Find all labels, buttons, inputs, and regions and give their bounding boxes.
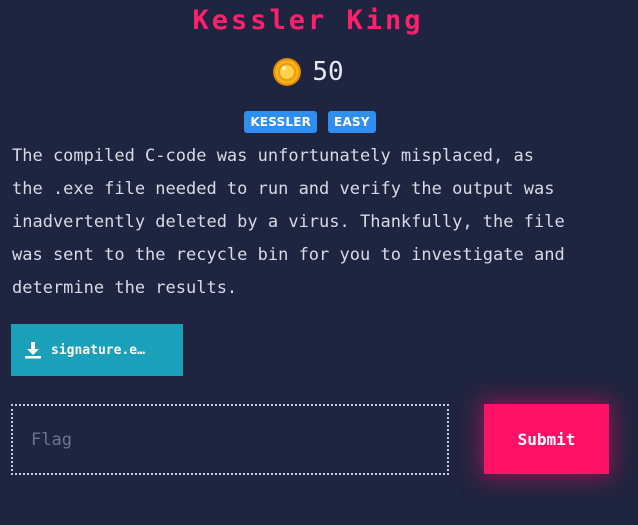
- points-display: 50: [0, 56, 616, 88]
- download-icon: [25, 342, 41, 359]
- points-value: 50: [312, 57, 344, 87]
- flag-input[interactable]: [11, 404, 449, 475]
- tag-list: KESSLER EASY: [0, 111, 620, 133]
- difficulty-tag: EASY: [328, 111, 376, 133]
- submit-button[interactable]: Submit: [484, 404, 609, 474]
- file-name: signature.e…: [51, 342, 145, 358]
- download-file-button[interactable]: signature.e…: [11, 324, 183, 376]
- coin-icon: [273, 58, 302, 86]
- challenge-description: The compiled C-code was unfortunately mi…: [12, 146, 565, 298]
- category-tag: KESSLER: [244, 111, 318, 133]
- challenge-title: Kessler King: [192, 5, 424, 36]
